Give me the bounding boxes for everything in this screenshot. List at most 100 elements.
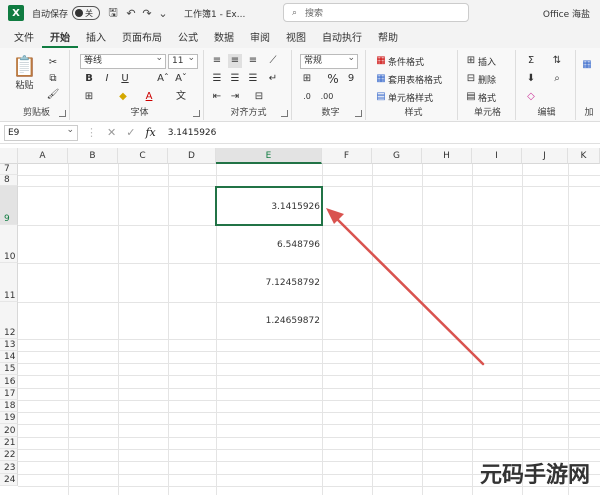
enter-icon[interactable]: ✓ [126, 126, 135, 139]
phonetic-icon[interactable]: 文 [174, 90, 188, 104]
ribbon-tab-bar: 文件 开始 插入 页面布局 公式 数据 审阅 视图 自动执行 帮助 [0, 26, 600, 48]
alignment-group-label: 对齐方式 [230, 108, 267, 118]
alignment-launcher[interactable] [281, 110, 288, 117]
align-middle-icon[interactable]: ≡ [228, 54, 242, 68]
comma-button[interactable]: 9 [344, 72, 358, 86]
styles-group: ▦ 条件格式 ▦ 套用表格格式 ▤ 单元格样式 样式 [370, 50, 458, 120]
cell-styles-button[interactable]: ▤ 单元格样式 [374, 90, 433, 104]
grow-font-button[interactable]: Aˆ [156, 72, 170, 86]
alignment-group: ≡ ≡ ≡ ⟋ ☰ ☰ ☰ ↵ ⇤ ⇥ ⊟ 对齐方式 [206, 50, 292, 120]
copy-icon[interactable]: ⧉ [46, 72, 60, 86]
font-size-select[interactable]: 11 [168, 52, 198, 69]
spreadsheet-grid[interactable]: A B C D E F G H I J K 7 8 9 10 11 12 13 … [0, 144, 600, 495]
wrap-text-icon[interactable]: ↵ [266, 72, 280, 86]
document-title: 工作簿1 - Ex... [184, 9, 246, 20]
align-right-icon[interactable]: ☰ [246, 72, 260, 86]
tab-help[interactable]: 帮助 [370, 29, 406, 48]
customize-toolbar-icon[interactable]: ⌄ [156, 6, 170, 20]
font-name-select[interactable]: 等线 [80, 52, 166, 69]
orientation-icon[interactable]: ⟋ [266, 54, 280, 68]
tab-home[interactable]: 开始 [42, 29, 78, 48]
undo-icon[interactable]: ↶ [124, 6, 138, 20]
merge-center-icon[interactable]: ⊟ [252, 90, 266, 104]
insert-function-button[interactable]: fx [145, 126, 155, 139]
bold-button[interactable]: B [82, 72, 96, 86]
name-box[interactable]: E9 [4, 123, 78, 141]
styles-group-label: 样式 [404, 108, 423, 118]
tab-view[interactable]: 视图 [278, 29, 314, 48]
format-icon: ▤ [466, 91, 476, 102]
format-painter-icon[interactable]: 🖌 [46, 88, 60, 102]
formula-bar-separator: ⋮ [86, 126, 97, 139]
save-icon[interactable]: 🖫 [106, 6, 120, 20]
editing-group-label: 编辑 [537, 108, 556, 118]
tab-file[interactable]: 文件 [6, 29, 42, 48]
tab-formulas[interactable]: 公式 [170, 29, 206, 48]
number-format-select[interactable]: 常规 [300, 52, 358, 69]
insert-icon: ⊞ [466, 55, 476, 66]
increase-indent-icon[interactable]: ⇥ [228, 90, 242, 104]
font-group-label: 字体 [130, 108, 149, 118]
cut-icon[interactable]: ✂ [46, 56, 60, 70]
clipboard-group: 📋 粘贴 ✂ ⧉ 🖌 剪贴板 [4, 50, 70, 120]
formula-bar: E9 ⋮ ✕ ✓ fx 3.1415926 [0, 122, 600, 144]
fill-color-icon[interactable]: ◆ [116, 90, 130, 104]
cell-styles-icon: ▤ [376, 91, 386, 102]
align-left-icon[interactable]: ☰ [210, 72, 224, 86]
find-select-icon[interactable]: ⌕ [550, 72, 564, 86]
search-input[interactable]: ⌕ 搜索 [283, 3, 469, 22]
italic-button[interactable]: I [100, 72, 114, 86]
format-cells-button[interactable]: ▤ 格式 [464, 90, 496, 104]
underline-button[interactable]: U [118, 72, 132, 86]
decrease-decimal-icon[interactable]: .00 [320, 90, 334, 104]
cancel-icon[interactable]: ✕ [107, 126, 116, 139]
percent-button[interactable]: % [326, 72, 340, 86]
tab-review[interactable]: 审阅 [242, 29, 278, 48]
table-icon: ▦ [376, 73, 386, 84]
paste-button[interactable]: 📋 粘贴 [12, 54, 37, 91]
increase-decimal-icon[interactable]: .0 [300, 90, 314, 104]
paste-icon: 📋 [12, 54, 37, 78]
addins-group: ▦ 加 [578, 50, 600, 120]
autosave-toggle[interactable]: 关 [72, 6, 101, 20]
number-group: 常规 ⊞ % 9 .0 .00 数字 [296, 50, 366, 120]
format-as-table-button[interactable]: ▦ 套用表格格式 [374, 72, 442, 86]
formula-input[interactable]: 3.1415926 [168, 128, 217, 138]
autosum-icon[interactable]: Σ [524, 54, 538, 68]
align-top-icon[interactable]: ≡ [210, 54, 224, 68]
conditional-formatting-icon: ▦ [376, 55, 386, 66]
addins-icon[interactable]: ▦ [580, 58, 594, 72]
clear-icon[interactable]: ◇ [524, 90, 538, 104]
tab-data[interactable]: 数据 [206, 29, 242, 48]
accounting-icon[interactable]: ⊞ [300, 72, 314, 86]
autosave-label: 自动保存 [32, 9, 69, 20]
redo-icon[interactable]: ↷ [140, 6, 154, 20]
delete-icon: ⊟ [466, 73, 476, 84]
delete-cells-button[interactable]: ⊟ 删除 [464, 72, 496, 86]
cells-group-label: 单元格 [473, 108, 501, 118]
arrow-shaft [332, 214, 485, 366]
align-bottom-icon[interactable]: ≡ [246, 54, 260, 68]
align-center-icon[interactable]: ☰ [228, 72, 242, 86]
fill-icon[interactable]: ⬇ [524, 72, 538, 86]
shrink-font-button[interactable]: Aˇ [174, 72, 188, 86]
font-launcher[interactable] [193, 110, 200, 117]
user-name[interactable]: Office 海盐 [543, 7, 590, 20]
sort-filter-icon[interactable]: ⇅ [550, 54, 564, 68]
tab-automate[interactable]: 自动执行 [314, 29, 370, 48]
number-launcher[interactable] [355, 110, 362, 117]
borders-icon[interactable]: ⊞ [82, 90, 96, 104]
insert-cells-button[interactable]: ⊞ 插入 [464, 54, 496, 68]
excel-logo-icon: X [8, 5, 24, 21]
decrease-indent-icon[interactable]: ⇤ [210, 90, 224, 104]
addins-group-label: 加 [584, 108, 594, 118]
font-group: 等线 11 B I U Aˆ Aˇ ⊞ ◆ A 文 字体 [76, 50, 204, 120]
title-bar: X 自动保存 关 🖫 ↶ ↷ ⌄ 工作簿1 - Ex... ⌕ 搜索 Offic… [0, 0, 600, 26]
conditional-formatting-button[interactable]: ▦ 条件格式 [374, 54, 424, 68]
font-color-icon[interactable]: A [142, 90, 156, 104]
tab-insert[interactable]: 插入 [78, 29, 114, 48]
editing-group: Σ ⇅ ⬇ ⌕ ◇ 编辑 [518, 50, 576, 120]
tab-page-layout[interactable]: 页面布局 [114, 29, 170, 48]
clipboard-launcher[interactable] [59, 110, 66, 117]
search-icon: ⌕ [292, 7, 298, 18]
